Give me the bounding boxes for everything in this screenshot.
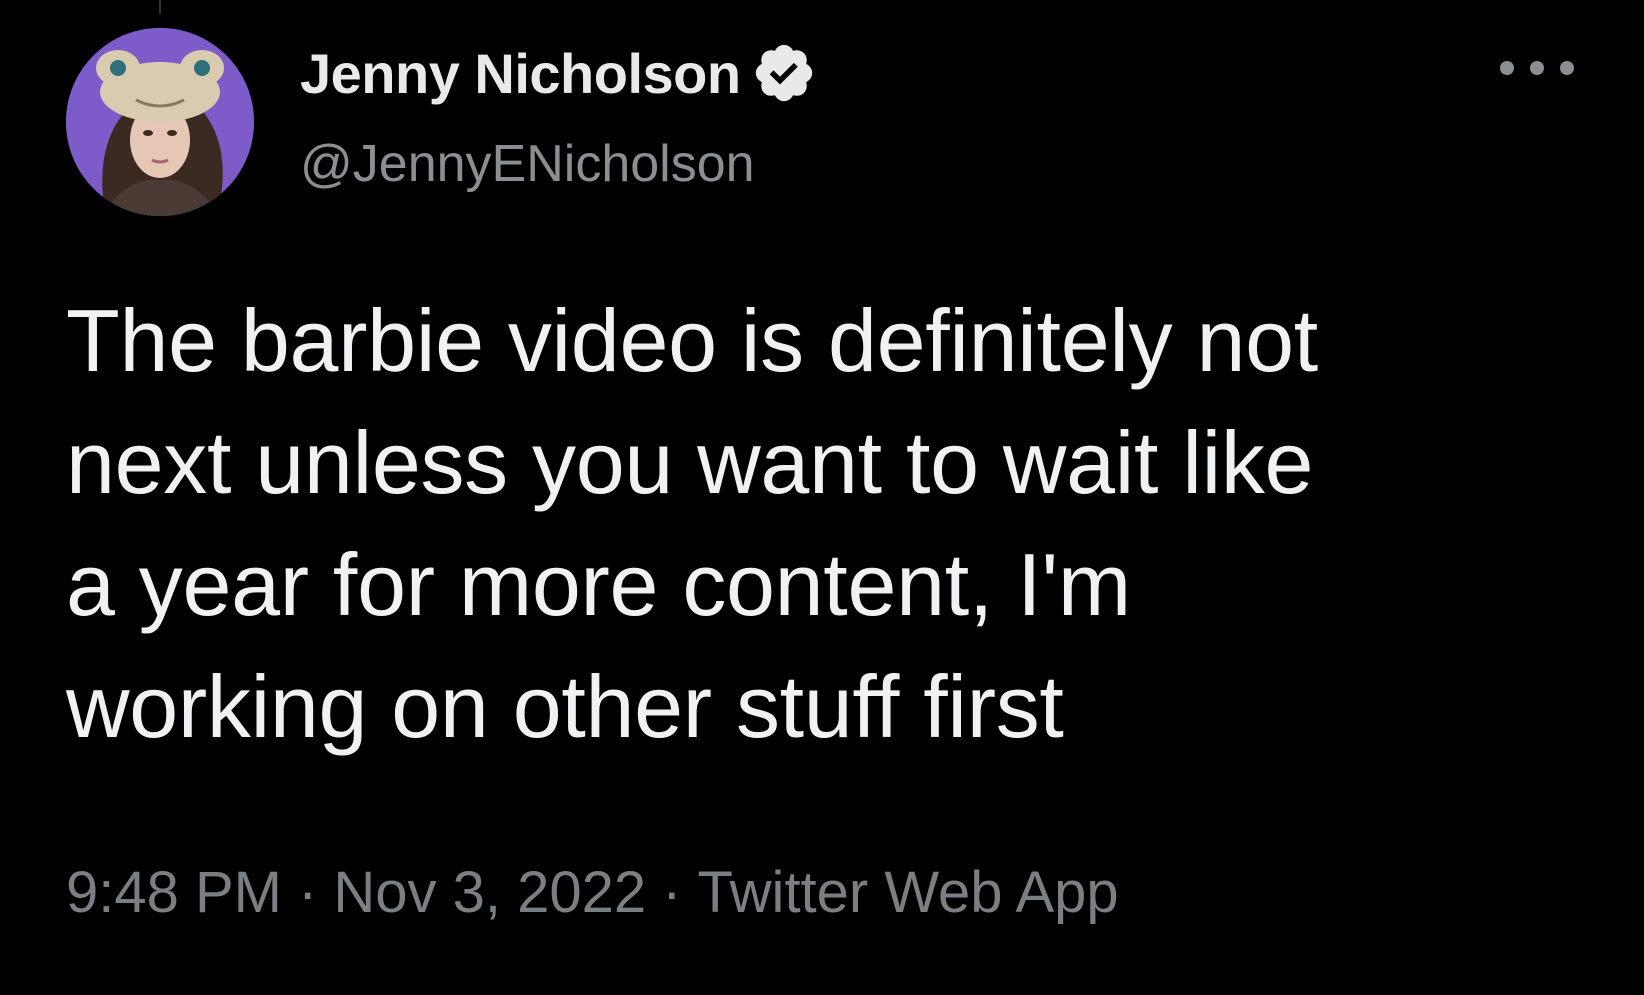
- tweet-metadata: 9:48 PM · Nov 3, 2022 · Twitter Web App: [66, 852, 1119, 932]
- more-dots-icon[interactable]: [1500, 48, 1574, 88]
- author-name-row: Jenny Nicholson: [300, 38, 817, 108]
- tweet-text-line: a year for more content, I'm: [66, 535, 1131, 634]
- meta-separator: ·: [662, 859, 682, 925]
- more-dot: [1530, 61, 1544, 75]
- author-handle[interactable]: @JennyENicholson: [300, 128, 755, 200]
- tweet-date[interactable]: Nov 3, 2022: [333, 859, 646, 926]
- avatar[interactable]: [66, 28, 254, 216]
- tweet-time[interactable]: 9:48 PM: [66, 859, 282, 926]
- tweet-text-line: working on other stuff first: [66, 657, 1064, 756]
- author-display-name[interactable]: Jenny Nicholson: [300, 41, 741, 106]
- avatar-image: [66, 28, 254, 216]
- tweet-card: Jenny Nicholson @JennyENicholson The bar…: [0, 0, 1644, 995]
- tweet-text-line: next unless you want to wait like: [66, 413, 1314, 512]
- meta-separator: ·: [298, 859, 318, 925]
- more-dot: [1560, 61, 1574, 75]
- tweet-text: The barbie video is definitely not next …: [66, 280, 1606, 768]
- tweet-text-line: The barbie video is definitely not: [66, 291, 1318, 390]
- more-dot: [1500, 61, 1514, 75]
- verified-badge-icon: [751, 40, 817, 106]
- tweet-source[interactable]: Twitter Web App: [697, 859, 1118, 926]
